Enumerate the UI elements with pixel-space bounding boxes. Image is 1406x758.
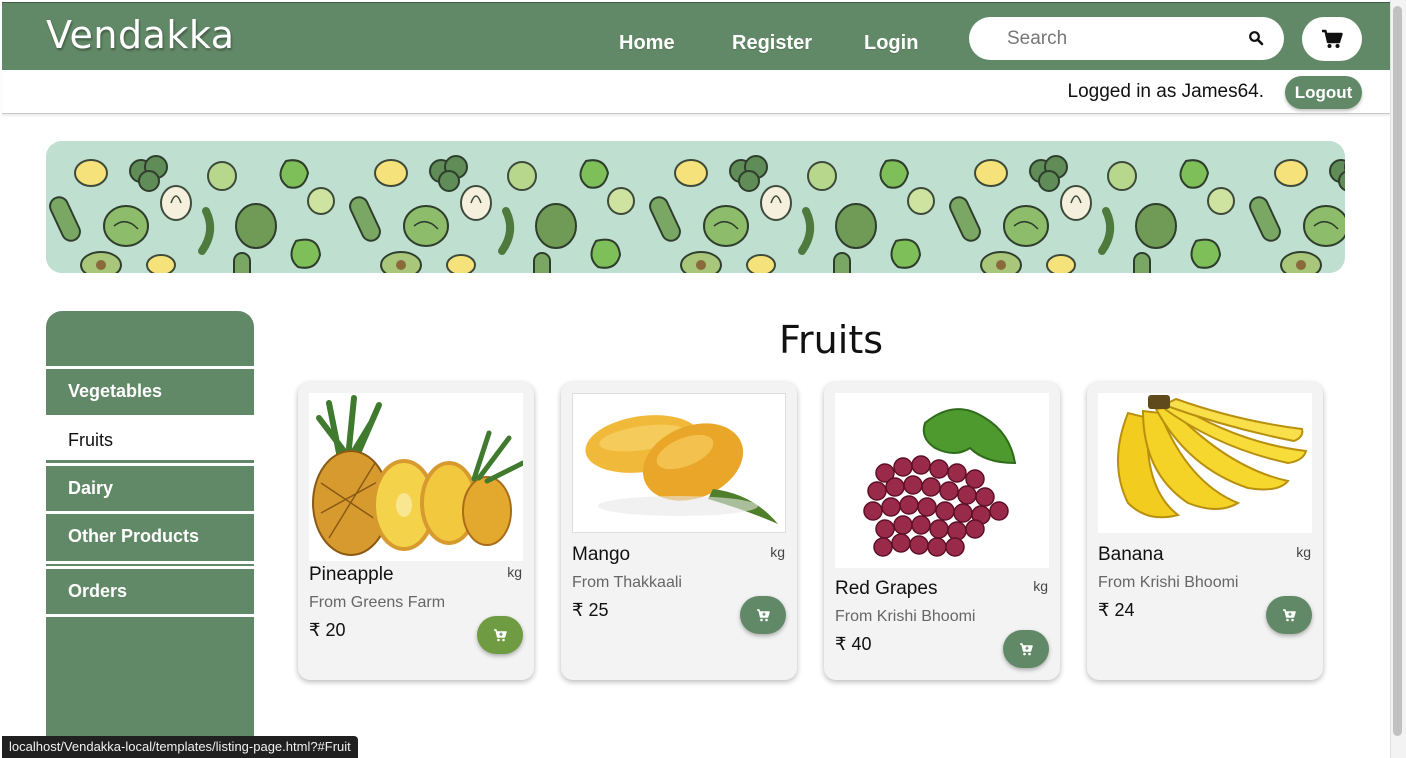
add-cart-icon: [494, 629, 507, 642]
category-sidebar: Vegetables Fruits Dairy Other Products O…: [46, 311, 254, 758]
sidebar-item-fruits[interactable]: Fruits: [46, 415, 254, 460]
product-name[interactable]: Pineapple: [309, 564, 394, 586]
nav-home-link[interactable]: Home: [619, 32, 675, 55]
search-box: [969, 17, 1284, 60]
add-to-cart-button[interactable]: [740, 596, 786, 634]
sidebar-divider: [46, 614, 254, 617]
product-vendor: From Krishi Bhoomi: [835, 608, 976, 625]
user-bar: Logged in as James64. Logout: [2, 70, 1390, 114]
add-cart-icon: [1020, 643, 1033, 656]
sidebar-divider: [46, 561, 254, 564]
add-cart-icon: [757, 609, 770, 622]
banner-vegetable-pattern: [46, 141, 1345, 273]
product-card-banana[interactable]: Banana kg From Krishi Bhoomi ₹ 24: [1087, 382, 1323, 680]
add-to-cart-button[interactable]: [477, 616, 523, 654]
product-image-mango[interactable]: [572, 393, 786, 533]
product-price: ₹ 25: [572, 600, 609, 620]
logout-button[interactable]: Logout: [1285, 76, 1362, 109]
page-scrollbar-thumb[interactable]: [1393, 6, 1402, 736]
cart-icon: [1322, 29, 1343, 48]
product-unit: kg: [1033, 578, 1048, 594]
top-navbar: Vendakka Home Register Login: [2, 2, 1390, 70]
product-name[interactable]: Red Grapes: [835, 578, 937, 600]
cart-button[interactable]: [1302, 17, 1362, 61]
product-unit: kg: [507, 564, 522, 580]
product-image-red-grapes[interactable]: [835, 393, 1049, 568]
product-name[interactable]: Mango: [572, 544, 630, 566]
product-card-mango[interactable]: Mango kg From Thakkaali ₹ 25: [561, 382, 797, 680]
product-card-pineapple[interactable]: Pineapple kg From Greens Farm ₹ 20: [298, 382, 534, 680]
search-icon[interactable]: [1248, 30, 1264, 46]
product-card-red-grapes[interactable]: Red Grapes kg From Krishi Bhoomi ₹ 40: [824, 382, 1060, 680]
product-price: ₹ 24: [1098, 600, 1135, 620]
add-to-cart-button[interactable]: [1266, 596, 1312, 634]
link-status-bar: localhost/Vendakka-local/templates/listi…: [2, 736, 358, 758]
search-input[interactable]: [1007, 25, 1237, 53]
sidebar-item-vegetables[interactable]: Vegetables: [46, 366, 254, 411]
product-name[interactable]: Banana: [1098, 544, 1164, 566]
product-image-pineapple[interactable]: [309, 393, 523, 561]
add-to-cart-button[interactable]: [1003, 630, 1049, 668]
sidebar-item-orders[interactable]: Orders: [46, 566, 254, 611]
product-unit: kg: [1296, 544, 1311, 560]
logged-in-text: Logged in as James64.: [1067, 81, 1264, 102]
product-price: ₹ 40: [835, 634, 872, 654]
add-cart-icon: [1283, 609, 1296, 622]
product-vendor: From Krishi Bhoomi: [1098, 574, 1239, 591]
product-price: ₹ 20: [309, 620, 346, 640]
nav-login-link[interactable]: Login: [864, 32, 918, 55]
product-unit: kg: [770, 544, 785, 560]
brand-logo[interactable]: Vendakka: [46, 13, 235, 57]
page-title: Fruits: [778, 318, 884, 362]
sidebar-item-dairy[interactable]: Dairy: [46, 463, 254, 508]
nav-register-link[interactable]: Register: [732, 32, 812, 55]
product-vendor: From Thakkaali: [572, 574, 682, 591]
sidebar-item-other-products[interactable]: Other Products: [46, 511, 254, 556]
product-image-banana[interactable]: [1098, 393, 1312, 533]
product-vendor: From Greens Farm: [309, 594, 446, 611]
